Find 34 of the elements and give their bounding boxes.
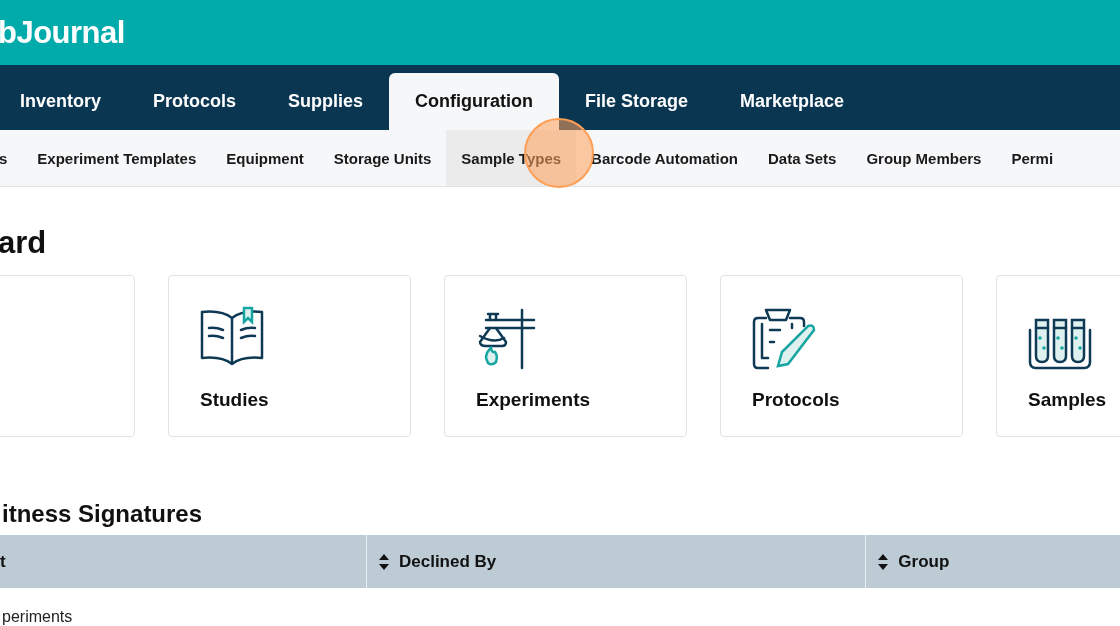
nav-tab[interactable]: Supplies (262, 73, 390, 130)
card-label: Protocols (752, 389, 840, 411)
dashboard-card[interactable]: Studies (168, 275, 411, 437)
sub-tab[interactable]: Barcode Automation (576, 130, 754, 186)
test-tubes-icon (1028, 318, 1092, 370)
card-label: Studies (200, 389, 269, 411)
sub-tab[interactable]: Permi (996, 130, 1069, 186)
card-label: Samples (1028, 389, 1107, 411)
nav-tab[interactable]: Marketplace (714, 73, 871, 130)
column-header[interactable]: Declined By (365, 535, 866, 588)
nav-tab[interactable]: Configuration (389, 73, 560, 130)
sort-icon[interactable] (878, 553, 889, 570)
sub-tab[interactable]: Storage Units (318, 130, 447, 186)
dashboard-card[interactable]: Protocols (720, 275, 963, 437)
nav-tab[interactable]: File Storage (559, 73, 715, 130)
app-logo: bJournal (0, 14, 125, 51)
sub-tab[interactable]: Data Sets (753, 130, 852, 186)
sort-icon[interactable] (378, 553, 389, 570)
flask-stand-icon (476, 308, 536, 370)
nav-tab[interactable]: Inventory (0, 73, 128, 130)
column-header[interactable]: Group (865, 535, 1120, 588)
sub-tab[interactable]: Equipment (211, 130, 319, 186)
sub-tab[interactable]: Experiment Templates (22, 130, 212, 186)
sub-tab[interactable]: s (0, 130, 23, 186)
column-header[interactable]: t (0, 535, 366, 588)
sub-tab[interactable]: Group Members (851, 130, 997, 186)
section-title: itness Signatures (2, 501, 204, 527)
card-label: Experiments (476, 389, 591, 411)
table-cell-text: periments (2, 608, 74, 626)
dashboard-card[interactable]: Samples (996, 275, 1120, 437)
sub-tab[interactable]: Sample Types (446, 130, 577, 186)
clipboard-pencil-icon (752, 306, 816, 370)
nav-tab[interactable]: Protocols (127, 73, 263, 130)
dashboard-card[interactable]: Experiments (444, 275, 687, 437)
